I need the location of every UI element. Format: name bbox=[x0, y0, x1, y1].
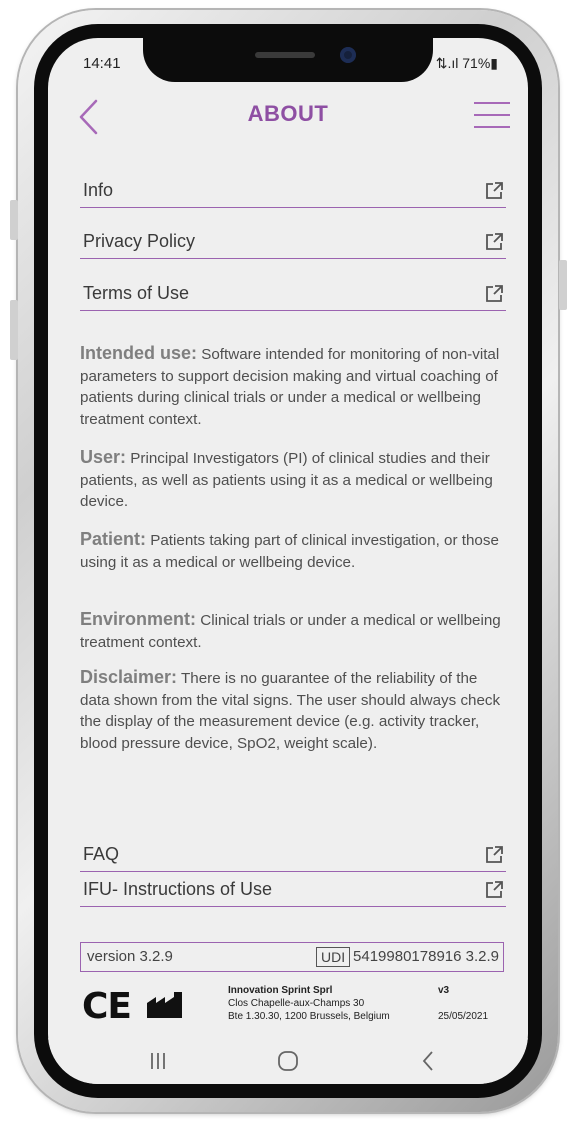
company-name: Innovation Sprint Sprl bbox=[228, 985, 333, 996]
user-heading: User: bbox=[80, 447, 127, 467]
page-title: ABOUT bbox=[247, 101, 329, 126]
status-indicators: ⇅.ıl 71%▮ bbox=[435, 55, 498, 71]
bixby-button bbox=[559, 260, 567, 310]
intended-use-heading: Intended use: bbox=[80, 343, 198, 363]
faq-link[interactable]: FAQ bbox=[80, 837, 506, 872]
status-time: 14:41 bbox=[83, 55, 121, 72]
intended-use-section: Intended use: Software intended for moni… bbox=[80, 343, 510, 430]
disclaimer-heading: Disclaimer: bbox=[80, 667, 178, 687]
faq-link-label: FAQ bbox=[83, 844, 120, 864]
ifu-link-label: IFU- Instructions of Use bbox=[83, 879, 273, 899]
version-text: version 3.2.9 bbox=[87, 948, 173, 965]
info-link[interactable]: Info bbox=[80, 173, 506, 208]
document-date: 25/05/2021 bbox=[438, 1011, 489, 1022]
environment-heading: Environment: bbox=[80, 609, 197, 629]
document-version: v3 bbox=[438, 985, 450, 996]
document-meta: v3 25/05/2021 bbox=[438, 984, 488, 1023]
user-section: User: Principal Investigators (PI) of cl… bbox=[80, 447, 510, 513]
home-icon[interactable] bbox=[268, 1046, 308, 1076]
camera-notch bbox=[143, 38, 433, 82]
earpiece-speaker bbox=[255, 52, 315, 58]
external-link-icon bbox=[486, 285, 503, 302]
system-nav-bar bbox=[48, 1038, 528, 1084]
udi-value: 5419980178916 3.2.9 bbox=[353, 948, 499, 965]
version-box: version 3.2.9 UDI 5419980178916 3.2.9 bbox=[80, 942, 504, 972]
external-link-icon bbox=[486, 233, 503, 250]
ifu-link[interactable]: IFU- Instructions of Use bbox=[80, 872, 506, 907]
patient-section: Patient: Patients taking part of clinica… bbox=[80, 529, 510, 573]
external-link-icon bbox=[486, 846, 503, 863]
info-link-label: Info bbox=[83, 180, 114, 200]
privacy-policy-link[interactable]: Privacy Policy bbox=[80, 224, 506, 259]
patient-heading: Patient: bbox=[80, 529, 147, 549]
front-camera bbox=[340, 47, 356, 63]
volume-button bbox=[10, 200, 18, 240]
environment-section: Environment: Clinical trials or under a … bbox=[80, 609, 510, 653]
udi-label: UDI bbox=[316, 947, 351, 967]
terms-of-use-link[interactable]: Terms of Use bbox=[80, 276, 506, 311]
manufacturer-info: Innovation Sprint Sprl Clos Chapelle-aux… bbox=[228, 984, 390, 1023]
privacy-policy-label: Privacy Policy bbox=[83, 231, 196, 251]
app-screen: 14:41 ⇅.ıl 71%▮ ABOUT Info Privacy Polic… bbox=[48, 38, 528, 1084]
manufacturer-factory-icon bbox=[147, 992, 182, 1018]
ce-mark: CE bbox=[82, 986, 132, 1027]
recents-icon[interactable] bbox=[138, 1046, 178, 1076]
back-nav-icon[interactable] bbox=[408, 1046, 448, 1076]
hamburger-menu-icon[interactable] bbox=[474, 100, 510, 130]
user-text: Principal Investigators (PI) of clinical… bbox=[80, 450, 493, 510]
terms-of-use-label: Terms of Use bbox=[83, 283, 190, 303]
power-button bbox=[10, 300, 18, 360]
disclaimer-section: Disclaimer: There is no guarantee of the… bbox=[80, 667, 510, 754]
external-link-icon bbox=[486, 881, 503, 898]
company-address-line1: Clos Chapelle-aux-Champs 30 bbox=[228, 998, 365, 1009]
external-link-icon bbox=[486, 182, 503, 199]
company-address-line2: Bte 1.30.30, 1200 Brussels, Belgium bbox=[228, 1011, 390, 1022]
